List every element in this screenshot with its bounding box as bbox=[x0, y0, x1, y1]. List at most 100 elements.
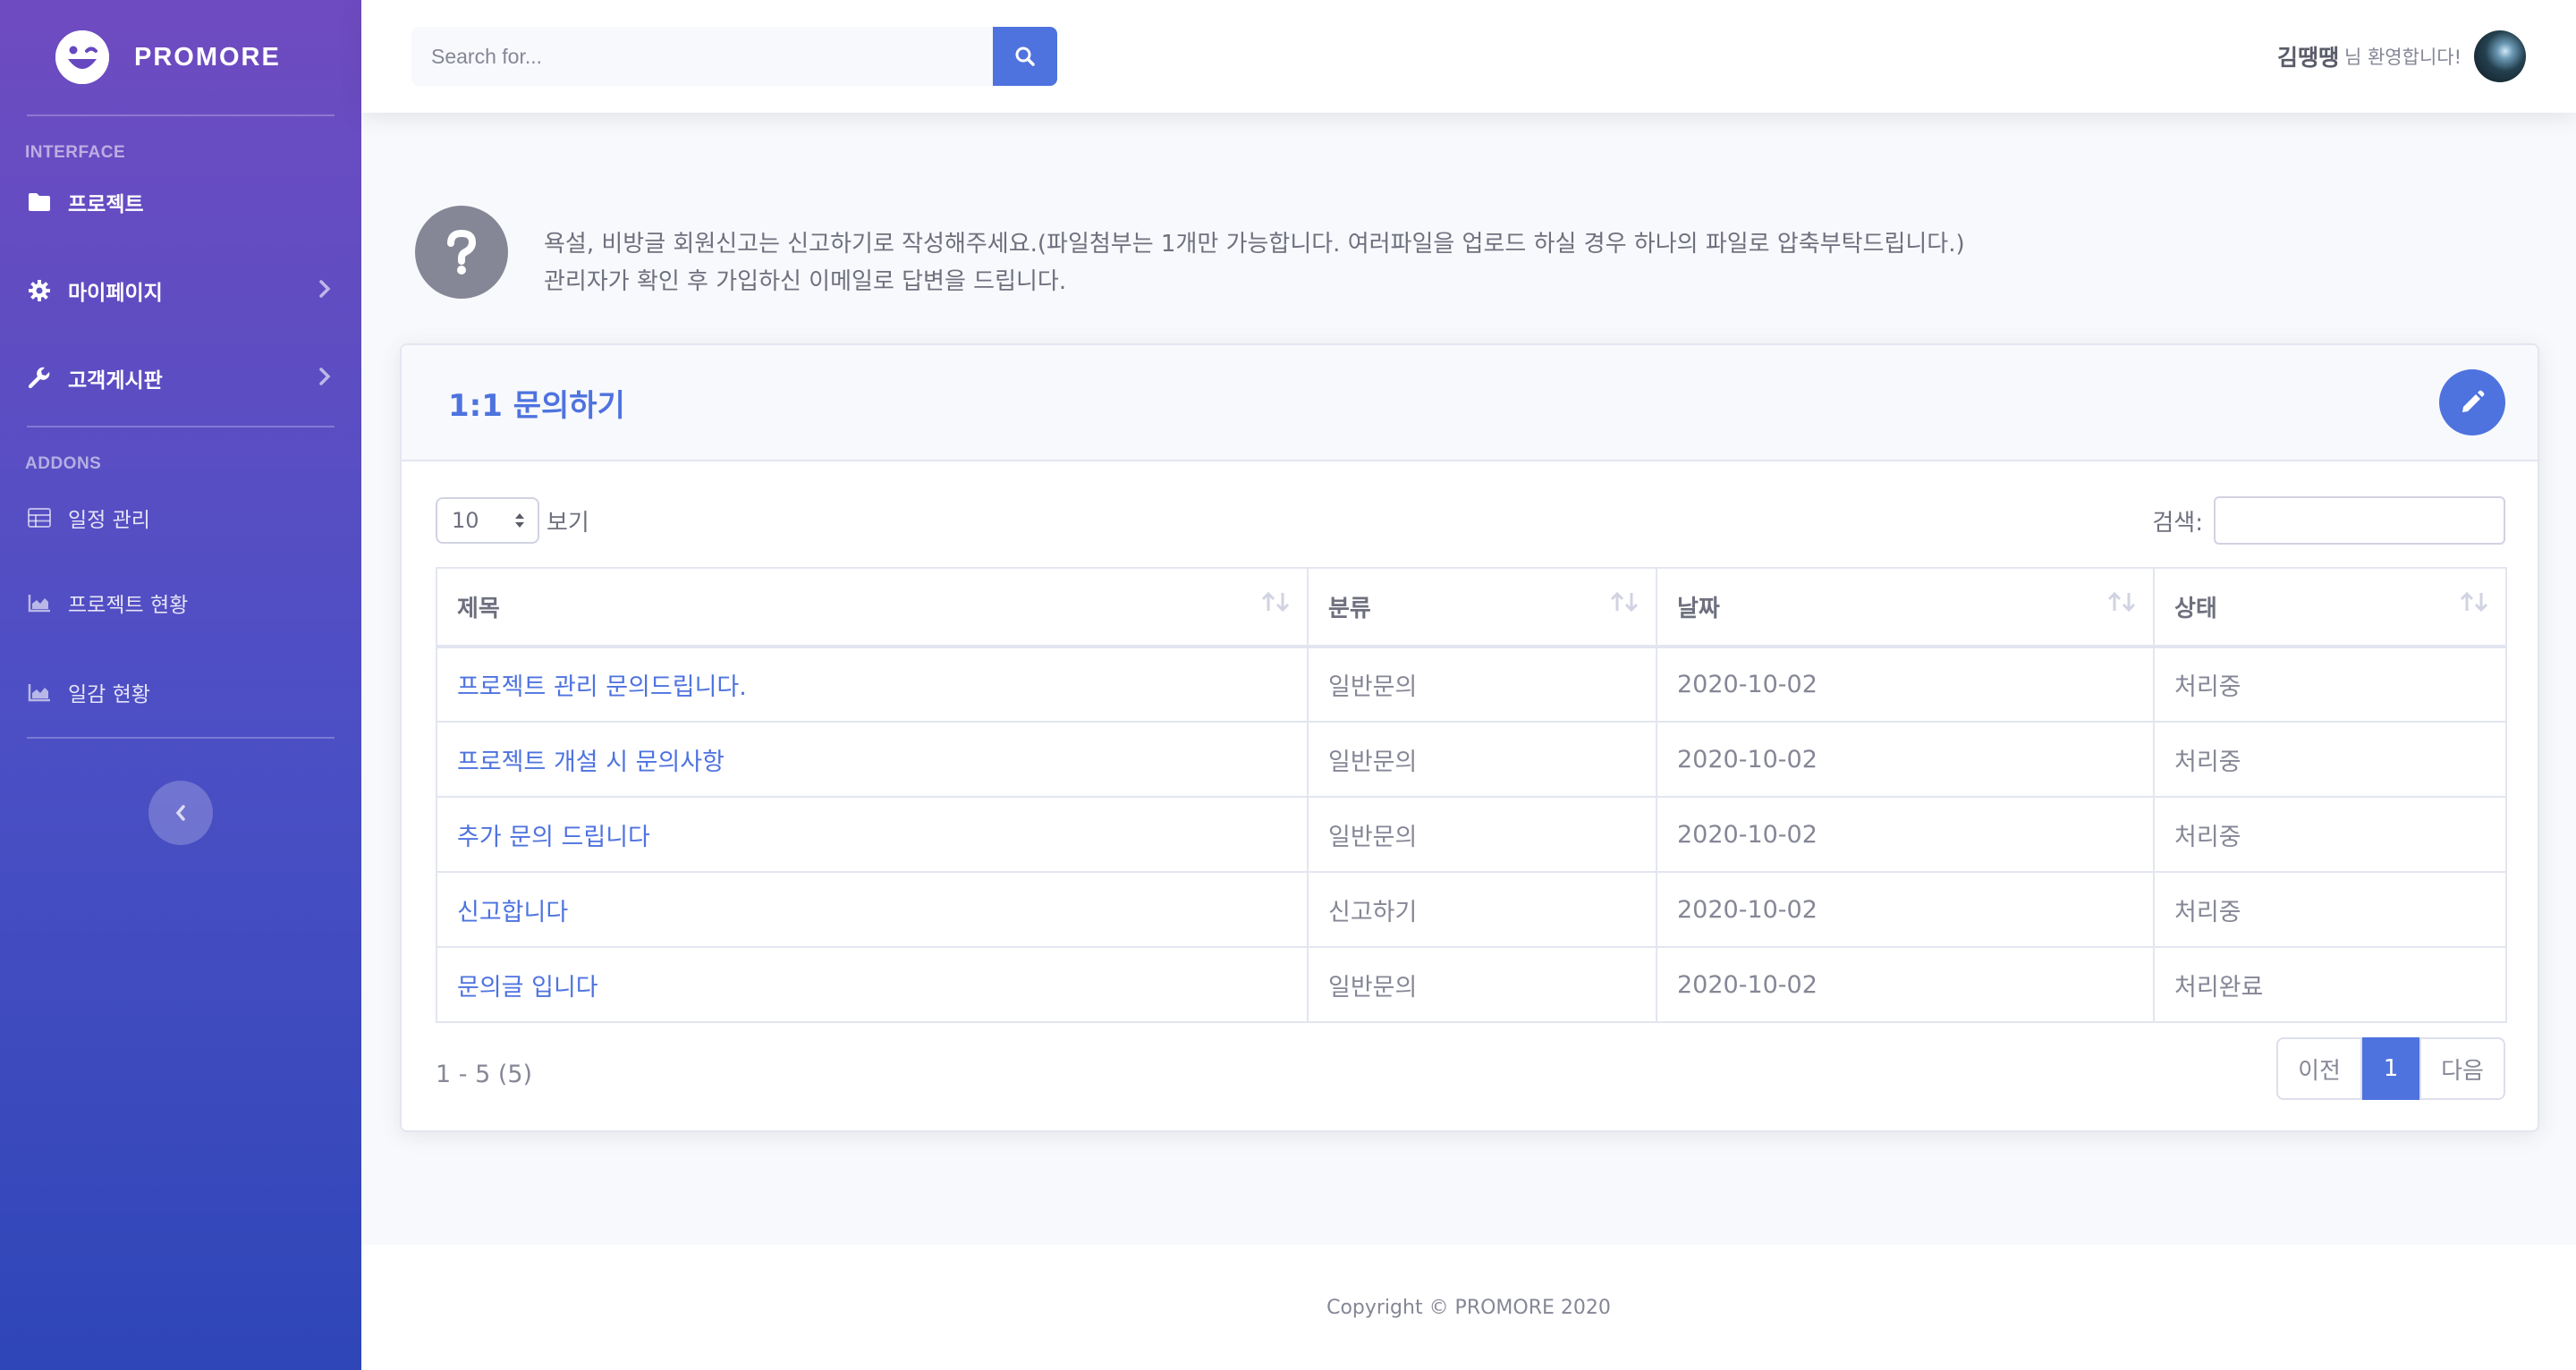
pagination-next-button[interactable]: 다음 bbox=[2419, 1037, 2505, 1100]
table-row: 프로젝트 관리 문의드립니다. 일반문의 2020-10-02 처리중 bbox=[436, 646, 2507, 723]
table-row: 문의글 입니다 일반문의 2020-10-02 처리완료 bbox=[436, 946, 2507, 1023]
sort-icon bbox=[1261, 591, 1290, 613]
column-header-category[interactable]: 분류 bbox=[1307, 567, 1657, 648]
pagination-page-1[interactable]: 1 bbox=[2362, 1037, 2419, 1100]
row-category: 일반문의 bbox=[1307, 646, 1657, 723]
page-length-label: 보기 bbox=[547, 509, 589, 537]
row-date: 2020-10-02 bbox=[1656, 721, 2155, 798]
wrench-icon bbox=[27, 366, 52, 391]
row-date: 2020-10-02 bbox=[1656, 871, 2155, 948]
sidebar-heading-interface: INTERFACE bbox=[25, 143, 126, 162]
table-icon bbox=[27, 505, 52, 530]
sidebar-item-label: 고객게시판 bbox=[68, 369, 163, 393]
footer: Copyright © PROMORE 2020 bbox=[361, 1245, 2576, 1370]
filter-label: 검색: bbox=[2152, 509, 2203, 537]
sort-icon bbox=[2460, 591, 2488, 613]
gear-icon bbox=[27, 278, 52, 303]
brand-name: PROMORE bbox=[134, 42, 281, 72]
page-length-select[interactable]: 10 bbox=[436, 497, 539, 544]
column-header-label: 제목 bbox=[457, 596, 500, 622]
pagination: 이전 1 다음 bbox=[2276, 1037, 2505, 1100]
sidebar-item-label: 마이페이지 bbox=[68, 282, 163, 305]
laugh-wink-icon bbox=[55, 30, 109, 84]
copyright-text: Copyright © PROMORE 2020 bbox=[1326, 1296, 1611, 1319]
search-button[interactable] bbox=[993, 27, 1057, 86]
sidebar-heading-addons: ADDONS bbox=[25, 454, 102, 473]
brand[interactable]: PROMORE bbox=[0, 0, 361, 114]
notice-text: 욕설, 비방글 회원신고는 신고하기로 작성해주세요.(파일첨부는 1개만 가능… bbox=[544, 225, 1965, 300]
user-menu[interactable]: 김땡땡 님 환영합니다! bbox=[2277, 30, 2526, 82]
row-date: 2020-10-02 bbox=[1656, 646, 2155, 723]
sidebar-item-board[interactable]: 고객게시판 bbox=[0, 334, 361, 422]
search-input[interactable] bbox=[411, 27, 993, 86]
column-header-label: 상태 bbox=[2174, 596, 2217, 622]
row-date: 2020-10-02 bbox=[1656, 796, 2155, 873]
area-chart-icon bbox=[27, 680, 52, 705]
search-form bbox=[411, 27, 1057, 86]
column-header-title[interactable]: 제목 bbox=[436, 567, 1309, 648]
welcome-text: 님 환영합니다! bbox=[2343, 47, 2462, 68]
row-category: 일반문의 bbox=[1307, 721, 1657, 798]
sort-icon bbox=[2107, 591, 2136, 613]
column-header-date[interactable]: 날짜 bbox=[1656, 567, 2155, 648]
table-controls: 10 보기 검색: bbox=[436, 495, 2505, 545]
sidebar-item-label: 프로젝트 현황 bbox=[68, 594, 189, 617]
sidebar: PROMORE INTERFACE 프로젝트 마이페이지 고객게시판 ADDON… bbox=[0, 0, 361, 1370]
question-icon bbox=[415, 206, 508, 299]
sidebar-divider bbox=[27, 114, 335, 116]
inquiry-table: 제목 분류 날짜 상태 프로젝트 관리 문의드립니다. 일반문의 2020-10… bbox=[436, 567, 2507, 1023]
row-title-link[interactable]: 추가 문의 드립니다 bbox=[436, 796, 1309, 873]
notice-line: 관리자가 확인 후 가입하신 이메일로 답변을 드립니다. bbox=[544, 268, 1067, 295]
row-title-link[interactable]: 문의글 입니다 bbox=[436, 946, 1309, 1023]
row-category: 신고하기 bbox=[1307, 871, 1657, 948]
column-header-label: 날짜 bbox=[1677, 596, 1720, 622]
row-title-link[interactable]: 신고합니다 bbox=[436, 871, 1309, 948]
pagination-prev-button[interactable]: 이전 bbox=[2276, 1037, 2362, 1100]
sidebar-toggle-button[interactable] bbox=[148, 781, 213, 845]
sidebar-item-label: 일정 관리 bbox=[68, 509, 150, 532]
chevron-right-icon bbox=[318, 367, 331, 390]
inquiry-card: 1:1 문의하기 10 보기 검색: 제목 분류 날짜 상태 프로젝트 관리 문… bbox=[400, 343, 2539, 1132]
row-date: 2020-10-02 bbox=[1656, 946, 2155, 1023]
sidebar-divider bbox=[27, 737, 335, 739]
notice-line: 욕설, 비방글 회원신고는 신고하기로 작성해주세요.(파일첨부는 1개만 가능… bbox=[544, 231, 1965, 258]
chevron-left-icon bbox=[175, 805, 185, 821]
row-title-link[interactable]: 프로젝트 관리 문의드립니다. bbox=[436, 646, 1309, 723]
sidebar-item-label: 프로젝트 bbox=[68, 193, 144, 216]
sidebar-item-label: 일감 현황 bbox=[68, 683, 150, 706]
write-button[interactable] bbox=[2439, 369, 2505, 436]
sidebar-divider bbox=[27, 426, 335, 427]
table-row: 신고합니다 신고하기 2020-10-02 처리중 bbox=[436, 871, 2507, 948]
column-header-label: 분류 bbox=[1328, 596, 1371, 622]
row-category: 일반문의 bbox=[1307, 946, 1657, 1023]
user-name: 김땡땡 bbox=[2276, 45, 2339, 71]
column-header-status[interactable]: 상태 bbox=[2153, 567, 2507, 648]
sort-icon bbox=[1610, 591, 1639, 613]
pencil-icon bbox=[2462, 390, 2485, 412]
chevron-right-icon bbox=[318, 279, 331, 302]
sidebar-item-task-status[interactable]: 일감 현황 bbox=[0, 647, 361, 737]
row-category: 일반문의 bbox=[1307, 796, 1657, 873]
sidebar-item-mypage[interactable]: 마이페이지 bbox=[0, 247, 361, 334]
table-row: 추가 문의 드립니다 일반문의 2020-10-02 처리중 bbox=[436, 796, 2507, 873]
notice: 욕설, 비방글 회원신고는 신고하기로 작성해주세요.(파일첨부는 1개만 가능… bbox=[415, 206, 1965, 300]
filter-input[interactable] bbox=[2214, 496, 2505, 545]
row-status: 처리중 bbox=[2153, 721, 2507, 798]
sidebar-item-project-status[interactable]: 프로젝트 현황 bbox=[0, 558, 361, 647]
table-info: 1 - 5 (5) bbox=[436, 1061, 533, 1088]
main-content: 김땡땡 님 환영합니다! 욕설, 비방글 회원신고는 신고하기로 작성해주세요.… bbox=[361, 0, 2576, 1370]
row-title-link[interactable]: 프로젝트 개설 시 문의사항 bbox=[436, 721, 1309, 798]
card-header: 1:1 문의하기 bbox=[402, 345, 2538, 461]
search-icon bbox=[1015, 47, 1035, 66]
avatar[interactable] bbox=[2474, 30, 2526, 82]
sidebar-item-schedule[interactable]: 일정 관리 bbox=[0, 478, 361, 558]
sort-arrows-icon bbox=[515, 513, 524, 528]
sidebar-item-project[interactable]: 프로젝트 bbox=[0, 166, 361, 238]
row-status: 처리중 bbox=[2153, 871, 2507, 948]
page-length-value: 10 bbox=[452, 508, 479, 533]
table-header-row: 제목 분류 날짜 상태 bbox=[436, 567, 2507, 648]
row-status: 처리중 bbox=[2153, 646, 2507, 723]
card-title: 1:1 문의하기 bbox=[448, 387, 625, 424]
topbar: 김땡땡 님 환영합니다! bbox=[361, 0, 2576, 113]
table-row: 프로젝트 개설 시 문의사항 일반문의 2020-10-02 처리중 bbox=[436, 721, 2507, 798]
